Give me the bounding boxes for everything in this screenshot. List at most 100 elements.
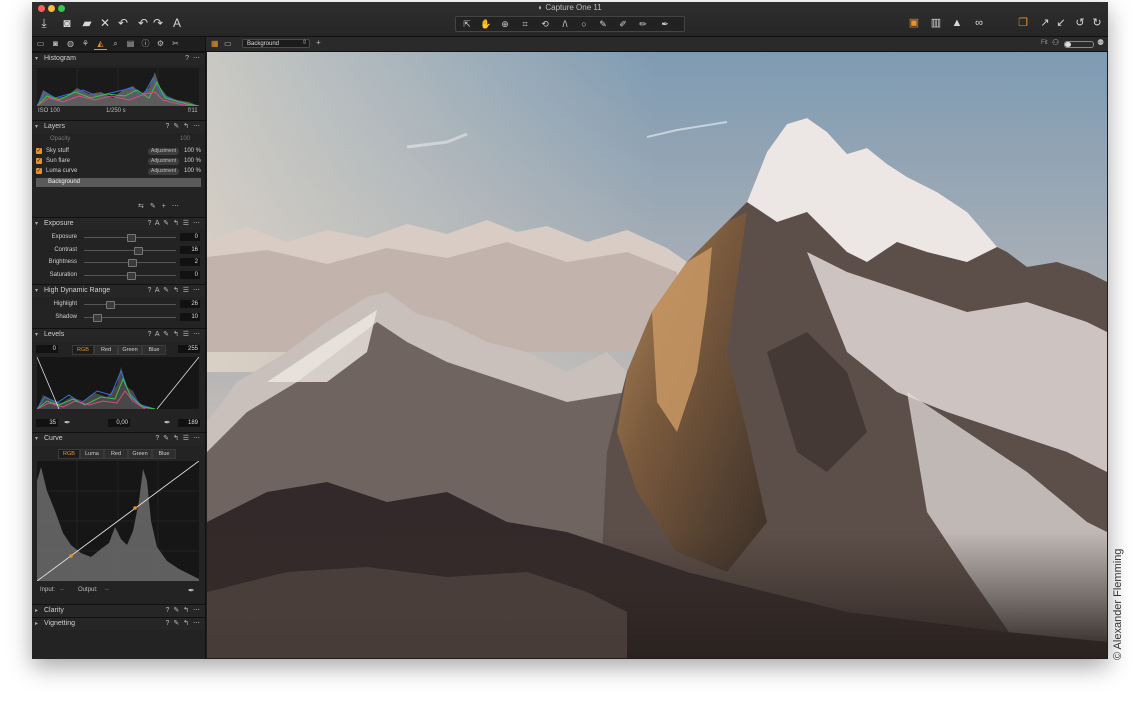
opacity-value[interactable]: 100 — [180, 136, 190, 142]
curve-header[interactable]: ▾ Curve ? ✎ ↰ ☰ ⋯ — [32, 432, 205, 445]
white-picker-icon[interactable]: ✒ — [164, 418, 171, 427]
curve-channel-tab[interactable]: RGB — [58, 449, 80, 459]
variant-select[interactable]: Background — [242, 39, 310, 48]
curve-channel-tab[interactable]: Red — [104, 449, 128, 459]
slider-row[interactable]: Saturation 0 — [32, 270, 205, 280]
user-icon[interactable]: ⚉ — [1097, 38, 1104, 47]
slider-thumb[interactable] — [127, 234, 136, 242]
slider-thumb[interactable] — [106, 301, 116, 309]
slider-value[interactable]: 26 — [180, 300, 200, 308]
exposure-tab-icon[interactable]: ◭ — [94, 38, 107, 50]
settings-tab-icon[interactable]: ⚙ — [154, 38, 167, 49]
levels-black-point[interactable]: 35 — [36, 419, 58, 427]
glasses-icon[interactable]: ∞ — [972, 16, 986, 30]
styles-tab-icon[interactable]: ✂ — [169, 38, 182, 49]
spot-icon[interactable]: ○ — [575, 17, 593, 31]
section-controls-icon[interactable]: ? ✎ ↰ ⋯ — [166, 605, 201, 617]
delete-icon[interactable]: ✕ — [98, 16, 112, 30]
picker-icon[interactable]: ✒ — [656, 17, 674, 31]
metadata-tab-icon[interactable]: ▤ — [124, 38, 137, 49]
checkbox-icon[interactable]: ✓ — [36, 148, 42, 154]
black-picker-icon[interactable]: ✒ — [64, 418, 71, 427]
refresh-icon[interactable]: ↻ — [1090, 16, 1104, 30]
curve-channel-tab[interactable]: Luma — [80, 449, 104, 459]
slider-value[interactable]: 10 — [180, 312, 200, 321]
levels-white-point[interactable]: 189 — [178, 419, 200, 427]
section-controls-icon[interactable]: ? A ✎ ↰ ☰ ⋯ — [147, 329, 201, 341]
expand-icon[interactable]: ↗ — [1038, 16, 1052, 30]
levels-channel-tab[interactable]: Red — [94, 345, 118, 355]
eraser-icon[interactable]: ✐ — [614, 17, 632, 31]
import-icon[interactable]: ⤓ — [37, 16, 51, 30]
slider-row[interactable]: Shadow 10 — [32, 312, 205, 322]
slider-thumb[interactable] — [133, 246, 143, 255]
levels-graph[interactable] — [37, 357, 199, 409]
slider-value[interactable]: 0 — [180, 233, 200, 241]
layer-row[interactable]: ✓ Sky stuff Adjustment 100 % — [36, 147, 201, 156]
info-tab-icon[interactable]: ⓘ — [139, 38, 152, 49]
clarity-header[interactable]: ▸ Clarity ? ✎ ↰ ⋯ — [32, 604, 205, 617]
zoom-fit-label[interactable]: Fit — [1041, 40, 1048, 46]
color-tab-icon[interactable]: ⚘ — [79, 38, 92, 49]
exposure-warning-icon[interactable]: ▣ — [907, 16, 921, 30]
slider-track[interactable] — [84, 249, 176, 251]
slider-thumb[interactable] — [92, 313, 102, 322]
gradient-icon[interactable]: ✏ — [634, 17, 652, 31]
slider-value[interactable]: 2 — [180, 258, 200, 266]
select-icon[interactable]: ⇱ — [458, 17, 476, 31]
exposure-header[interactable]: ▾ Exposure ? A ✎ ↰ ☰ ⋯ — [32, 217, 205, 230]
slider-row[interactable]: Contrast 16 — [32, 245, 205, 255]
slider-row[interactable]: Exposure 0 — [32, 232, 205, 242]
layers-icon[interactable]: ❐ — [1016, 16, 1030, 30]
layer-actions-icon[interactable]: ⇆✎+⋯ — [138, 202, 185, 210]
grid-view-icon[interactable]: ▦ — [211, 39, 219, 48]
checkbox-icon[interactable]: ✓ — [36, 158, 42, 164]
curve-picker-icon[interactable]: ✒ — [188, 586, 195, 595]
camera-icon[interactable]: ◙ — [60, 16, 74, 30]
crop-icon[interactable]: ⌗ — [516, 17, 534, 31]
section-controls-icon[interactable]: ? ✎ ↰ ⋯ — [166, 618, 201, 630]
brush-icon[interactable]: ✎ — [594, 17, 612, 31]
folder-icon[interactable]: ▰ — [80, 16, 94, 30]
slider-row[interactable]: Highlight 26 — [32, 299, 205, 309]
slider-row[interactable]: Brightness 2 — [32, 257, 205, 267]
levels-channel-tab[interactable]: RGB — [72, 345, 94, 355]
lens-tab-icon[interactable]: ◍ — [64, 38, 77, 49]
rotate-icon[interactable]: ↶ — [116, 16, 130, 30]
capture-tab-icon[interactable]: ◙ — [49, 38, 62, 49]
slider-track[interactable] — [84, 304, 176, 305]
layers-header[interactable]: ▾ Layers ? ✎ ↰ ⋯ — [32, 120, 205, 133]
single-view-icon[interactable]: ▭ — [224, 39, 232, 48]
library-tab-icon[interactable]: ▭ — [34, 38, 47, 49]
alert-icon[interactable]: ▲ — [950, 16, 964, 30]
vignetting-header[interactable]: ▸ Vignetting ? ✎ ↰ ⋯ — [32, 617, 205, 630]
levels-channel-tab[interactable]: Blue — [142, 345, 166, 355]
zoom-slider[interactable] — [1064, 41, 1094, 48]
slider-thumb[interactable] — [127, 259, 137, 267]
pan-icon[interactable]: ✋ — [477, 17, 495, 31]
curve-channel-tab[interactable]: Blue — [152, 449, 176, 459]
section-controls-icon[interactable]: ? A ✎ ↰ ☰ ⋯ — [147, 285, 201, 297]
add-variant-icon[interactable]: + — [316, 38, 321, 47]
slider-value[interactable]: 16 — [180, 245, 200, 254]
compress-icon[interactable]: ↙ — [1054, 16, 1068, 30]
person-icon[interactable]: ⚇ — [1052, 38, 1059, 47]
zoom-icon[interactable]: ⊕ — [496, 17, 514, 31]
keystone-icon[interactable]: /\ — [556, 17, 574, 31]
details-tab-icon[interactable]: ⌕ — [109, 38, 122, 49]
section-controls-icon[interactable]: ? A ✎ ↰ ☰ ⋯ — [147, 218, 201, 230]
hdr-header[interactable]: ▾ High Dynamic Range ? A ✎ ↰ ☰ ⋯ — [32, 284, 205, 297]
reset-icon[interactable]: ↺ — [1073, 16, 1087, 30]
slider-value[interactable]: 0 — [180, 270, 200, 279]
layer-row[interactable]: ✓ Luma curve Adjustment 100 % — [36, 167, 201, 176]
layer-row[interactable]: ✓ Sun flare Adjustment 100 % — [36, 157, 201, 166]
grid-icon[interactable]: ▥ — [929, 16, 943, 30]
curve-graph[interactable] — [37, 461, 199, 581]
help-icon[interactable]: ? ⋯ — [185, 53, 201, 65]
levels-midpoint[interactable]: 0,00 — [108, 419, 130, 427]
straighten-icon[interactable]: ⟲ — [536, 17, 554, 31]
redo-icon[interactable]: ↷ — [151, 16, 165, 30]
slider-thumb[interactable] — [127, 271, 136, 280]
undo-icon[interactable]: ↶ — [136, 16, 150, 30]
section-controls-icon[interactable]: ? ✎ ↰ ☰ ⋯ — [155, 433, 201, 445]
